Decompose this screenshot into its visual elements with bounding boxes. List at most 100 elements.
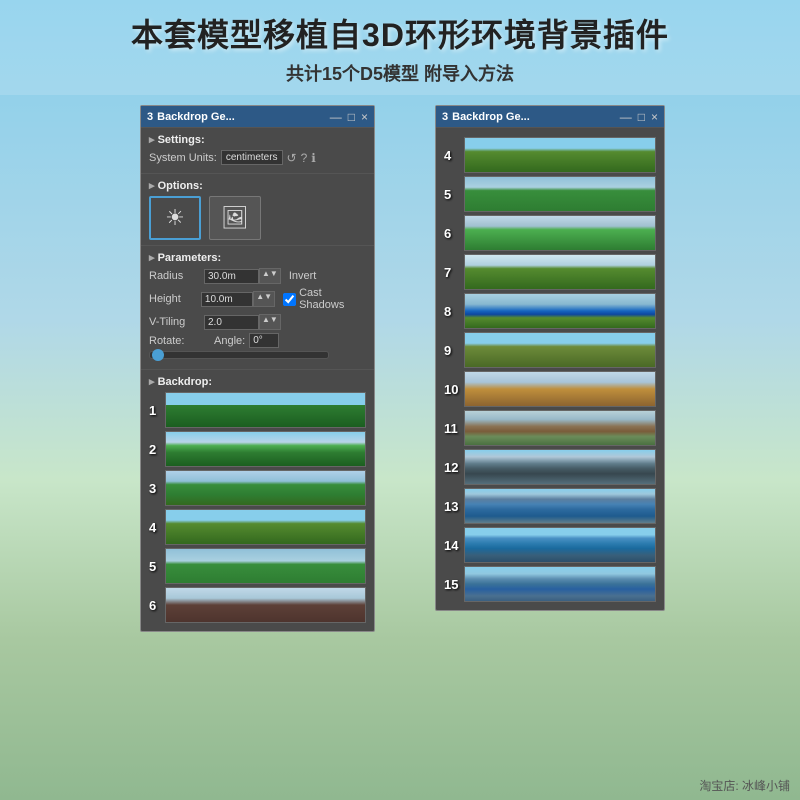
preview-image bbox=[166, 510, 365, 544]
rotate-slider[interactable] bbox=[149, 351, 329, 359]
backdrop-preview bbox=[165, 548, 366, 584]
backdrop-preview-right bbox=[464, 449, 656, 485]
vtiling-input[interactable]: 2.0 bbox=[204, 315, 259, 330]
option-icon-photo[interactable]: 🖼 bbox=[209, 196, 261, 240]
height-label: Height bbox=[149, 293, 201, 305]
minimize-btn-right[interactable]: — bbox=[620, 110, 632, 124]
backdrop-item-right[interactable]: 10 bbox=[444, 371, 656, 407]
backdrop-item-right[interactable]: 7 bbox=[444, 254, 656, 290]
options-icons: ☀ 🖼 bbox=[149, 196, 366, 240]
right-titlebar: 3 Backdrop Ge... — □ × bbox=[436, 106, 664, 128]
params-header: Parameters: bbox=[149, 251, 366, 264]
backdrop-num-right: 10 bbox=[444, 382, 464, 397]
preview-image-right bbox=[465, 450, 655, 484]
vtiling-spinbtn[interactable]: ▲▼ bbox=[259, 314, 281, 330]
maximize-btn-right[interactable]: □ bbox=[638, 110, 645, 124]
options-header: Options: bbox=[149, 179, 366, 192]
title-main: 本套模型移植自3D环形环境背景插件 bbox=[131, 10, 669, 56]
backdrop-preview-right bbox=[464, 566, 656, 602]
backdrop-num: 3 bbox=[149, 481, 165, 496]
backdrop-num: 4 bbox=[149, 520, 165, 535]
top-banner: 本套模型移植自3D环形环境背景插件 共计15个D5模型 附导入方法 bbox=[0, 0, 800, 95]
refresh-icon[interactable]: ↺ bbox=[287, 151, 297, 165]
maximize-btn-left[interactable]: □ bbox=[348, 110, 355, 124]
backdrop-item[interactable]: 1 bbox=[149, 392, 366, 428]
backdrop-item-right[interactable]: 14 bbox=[444, 527, 656, 563]
backdrop-preview-right bbox=[464, 332, 656, 368]
backdrop-num-right: 7 bbox=[444, 265, 464, 280]
background-scene bbox=[0, 0, 800, 800]
info-icon[interactable]: ℹ bbox=[311, 151, 316, 165]
backdrop-preview-right bbox=[464, 371, 656, 407]
backdrop-item-right[interactable]: 4 bbox=[444, 137, 656, 173]
cast-shadows-label: Cast Shadows bbox=[299, 287, 366, 311]
backdrop-num-right: 8 bbox=[444, 304, 464, 319]
left-panel-title: Backdrop Ge... bbox=[157, 111, 324, 123]
backdrop-item-right[interactable]: 15 bbox=[444, 566, 656, 602]
preview-image-right bbox=[465, 333, 655, 367]
close-btn-left[interactable]: × bbox=[361, 110, 368, 124]
option-icon-sun[interactable]: ☀ bbox=[149, 196, 201, 240]
backdrop-item[interactable]: 6 bbox=[149, 587, 366, 623]
radius-input[interactable]: 30.0m bbox=[204, 269, 259, 284]
backdrop-num-right: 12 bbox=[444, 460, 464, 475]
backdrop-header-left: Backdrop: bbox=[149, 375, 366, 388]
backdrop-num-right: 6 bbox=[444, 226, 464, 241]
backdrop-item-right[interactable]: 6 bbox=[444, 215, 656, 251]
slider-thumb[interactable] bbox=[152, 349, 164, 361]
close-btn-right[interactable]: × bbox=[651, 110, 658, 124]
backdrop-num-right: 14 bbox=[444, 538, 464, 553]
backdrop-item[interactable]: 4 bbox=[149, 509, 366, 545]
preview-image-right bbox=[465, 411, 655, 445]
backdrop-num-right: 15 bbox=[444, 577, 464, 592]
vtiling-row: V-Tiling 2.0 ▲▼ bbox=[149, 314, 366, 330]
parameters-section: Parameters: Radius 30.0m ▲▼ Invert Heigh… bbox=[141, 246, 374, 370]
backdrop-preview-right bbox=[464, 527, 656, 563]
backdrop-item[interactable]: 2 bbox=[149, 431, 366, 467]
vtiling-label: V-Tiling bbox=[149, 316, 204, 328]
backdrop-item-right[interactable]: 8 bbox=[444, 293, 656, 329]
rotate-row: Rotate: Angle: 0° bbox=[149, 333, 366, 348]
backdrop-item-right[interactable]: 12 bbox=[444, 449, 656, 485]
backdrop-item-right[interactable]: 9 bbox=[444, 332, 656, 368]
angle-input[interactable]: 0° bbox=[249, 333, 279, 348]
angle-label: Angle: bbox=[214, 335, 245, 347]
help-icon[interactable]: ? bbox=[301, 151, 308, 165]
preview-image bbox=[166, 393, 365, 427]
backdrop-preview bbox=[165, 392, 366, 428]
radius-spinbtn[interactable]: ▲▼ bbox=[259, 268, 281, 284]
minimize-btn-left[interactable]: — bbox=[330, 110, 342, 124]
height-spinbtn[interactable]: ▲▼ bbox=[253, 291, 275, 307]
preview-image-right bbox=[465, 567, 655, 601]
bottom-credit: 淘宝店: 冰峰小铺 bbox=[699, 777, 790, 794]
backdrop-preview bbox=[165, 509, 366, 545]
options-section: Options: ☀ 🖼 bbox=[141, 174, 374, 246]
backdrop-preview-right bbox=[464, 254, 656, 290]
cast-shadows-checkbox[interactable] bbox=[283, 293, 296, 306]
system-units-label: System Units: bbox=[149, 152, 217, 164]
backdrop-num-right: 5 bbox=[444, 187, 464, 202]
right-panel-title: Backdrop Ge... bbox=[452, 111, 614, 123]
backdrop-num-right: 11 bbox=[444, 421, 464, 436]
backdrop-num-right: 13 bbox=[444, 499, 464, 514]
height-input[interactable]: 10.0m bbox=[201, 292, 253, 307]
invert-label: Invert bbox=[289, 270, 317, 282]
backdrop-item[interactable]: 5 bbox=[149, 548, 366, 584]
backdrop-preview-right bbox=[464, 488, 656, 524]
backdrop-item[interactable]: 3 bbox=[149, 470, 366, 506]
preview-image-right bbox=[465, 255, 655, 289]
system-units-value[interactable]: centimeters bbox=[221, 150, 283, 165]
backdrop-item-right[interactable]: 5 bbox=[444, 176, 656, 212]
radius-row: Radius 30.0m ▲▼ Invert bbox=[149, 268, 366, 284]
backdrop-item-right[interactable]: 13 bbox=[444, 488, 656, 524]
backdrop-item-right[interactable]: 11 bbox=[444, 410, 656, 446]
preview-image-right bbox=[465, 528, 655, 562]
backdrop-num: 2 bbox=[149, 442, 165, 457]
preview-image bbox=[166, 588, 365, 622]
system-units-row: System Units: centimeters ↺ ? ℹ bbox=[149, 150, 366, 165]
height-row: Height 10.0m ▲▼ Cast Shadows bbox=[149, 287, 366, 311]
photo-icon: 🖼 bbox=[221, 205, 249, 231]
backdrop-num-right: 9 bbox=[444, 343, 464, 358]
preview-image bbox=[166, 549, 365, 583]
sun-icon: ☀ bbox=[165, 205, 185, 231]
